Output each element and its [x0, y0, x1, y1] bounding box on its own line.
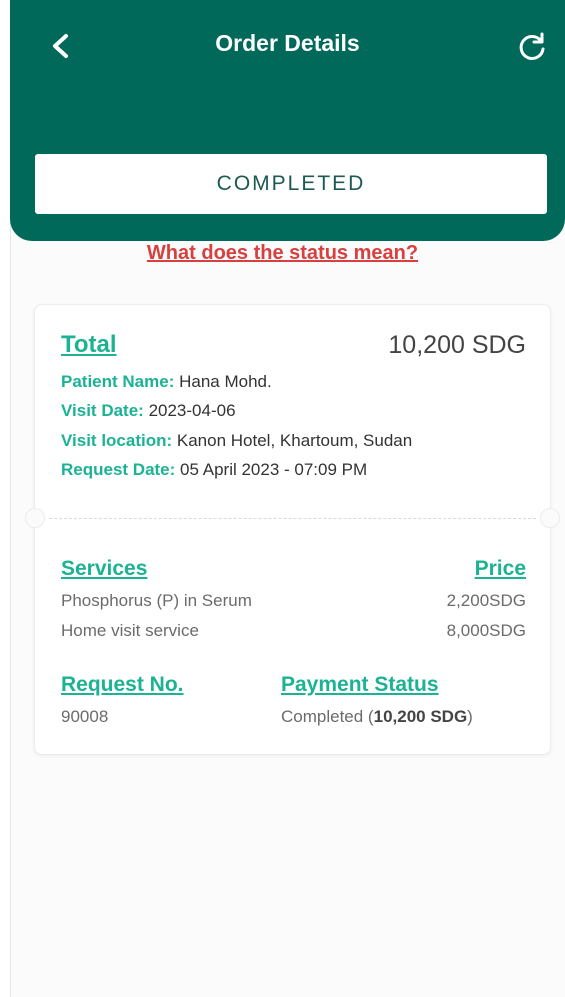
visit-location-value: Kanon Hotel, Khartoum, Sudan — [176, 431, 413, 450]
order-status-badge: COMPLETED — [35, 154, 547, 214]
service-name: Home visit service — [61, 621, 199, 640]
payment-status-close: ) — [467, 707, 473, 726]
total-label: Total — [61, 331, 117, 358]
patient-name-label: Patient Name: — [61, 372, 175, 391]
visit-location-row: Visit location: Kanon Hotel, Khartoum, S… — [61, 431, 412, 451]
request-no-value: 90008 — [61, 707, 109, 726]
patient-name-value: Hana Mohd. — [179, 372, 272, 391]
order-details-card: Total 10,200 SDG Patient Name: Hana Mohd… — [25, 304, 560, 755]
service-name: Phosphorus (P) in Serum — [61, 591, 252, 610]
ticket-notch-left — [25, 508, 45, 528]
visit-date-label: Visit Date: — [61, 401, 144, 420]
total-value: 10,200 SDG — [388, 331, 526, 359]
status-help-link[interactable]: What does the status mean? — [0, 242, 565, 265]
payment-status-text: Completed ( — [281, 707, 374, 726]
request-no-header: Request No. — [61, 673, 184, 696]
app-header: Order Details COMPLETED — [10, 0, 565, 241]
payment-status-value: Completed (10,200 SDG) — [281, 707, 473, 727]
ticket-notch-right — [540, 508, 560, 528]
refresh-button[interactable] — [515, 30, 549, 64]
request-date-row: Request Date: 05 April 2023 - 07:09 PM — [61, 460, 367, 480]
request-date-value: 05 April 2023 - 07:09 PM — [180, 460, 368, 479]
price-header: Price — [474, 557, 526, 580]
request-date-label: Request Date: — [61, 460, 176, 479]
visit-date-row: Visit Date: 2023-04-06 — [61, 401, 236, 421]
payment-status-amount: 10,200 SDG — [373, 707, 468, 726]
service-price: 8,000SDG — [446, 621, 526, 640]
visit-location-label: Visit location: — [61, 431, 173, 450]
patient-name-row: Patient Name: Hana Mohd. — [61, 372, 272, 392]
services-header: Services — [61, 557, 148, 580]
dashed-divider — [49, 518, 536, 519]
refresh-icon — [519, 32, 545, 60]
service-price: 2,200SDG — [446, 591, 526, 610]
payment-status-header: Payment Status — [281, 673, 439, 696]
page-title: Order Details — [215, 30, 360, 56]
visit-date-value: 2023-04-06 — [148, 401, 236, 420]
